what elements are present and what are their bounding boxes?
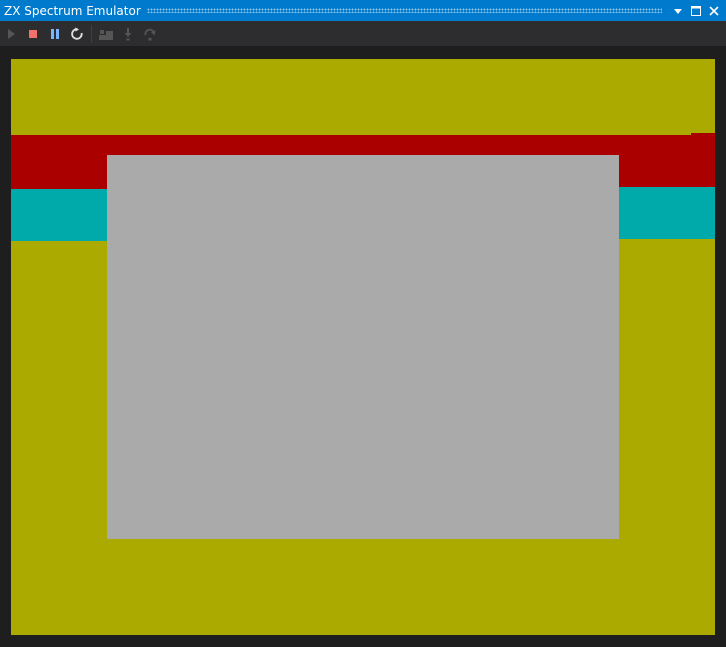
restart-button[interactable] bbox=[66, 23, 88, 45]
border-band-red bbox=[691, 133, 715, 187]
stop-icon bbox=[29, 29, 37, 38]
toolbar-separator bbox=[91, 24, 92, 43]
stop-button[interactable] bbox=[22, 23, 44, 45]
play-icon bbox=[8, 28, 15, 39]
toolbar bbox=[0, 21, 726, 46]
restart-icon bbox=[71, 27, 83, 40]
window-title: ZX Spectrum Emulator bbox=[4, 3, 141, 18]
step-over-button[interactable] bbox=[95, 23, 117, 45]
emulator-screen-border[interactable] bbox=[11, 59, 715, 635]
maximize-icon[interactable] bbox=[688, 3, 704, 19]
pause-icon bbox=[51, 28, 59, 39]
close-icon[interactable] bbox=[706, 3, 722, 19]
step-over-icon bbox=[99, 29, 113, 40]
title-bar[interactable]: ZX Spectrum Emulator bbox=[0, 0, 726, 21]
step-out-icon bbox=[144, 28, 156, 40]
emulator-paper-area bbox=[107, 155, 619, 539]
pause-button[interactable] bbox=[44, 23, 66, 45]
dropdown-arrow-icon[interactable] bbox=[670, 3, 686, 19]
title-grip[interactable] bbox=[146, 8, 662, 13]
step-into-icon bbox=[124, 27, 132, 40]
border-band-cyan bbox=[619, 187, 715, 239]
step-into-button[interactable] bbox=[117, 23, 139, 45]
play-button[interactable] bbox=[0, 23, 22, 45]
step-out-button[interactable] bbox=[139, 23, 161, 45]
